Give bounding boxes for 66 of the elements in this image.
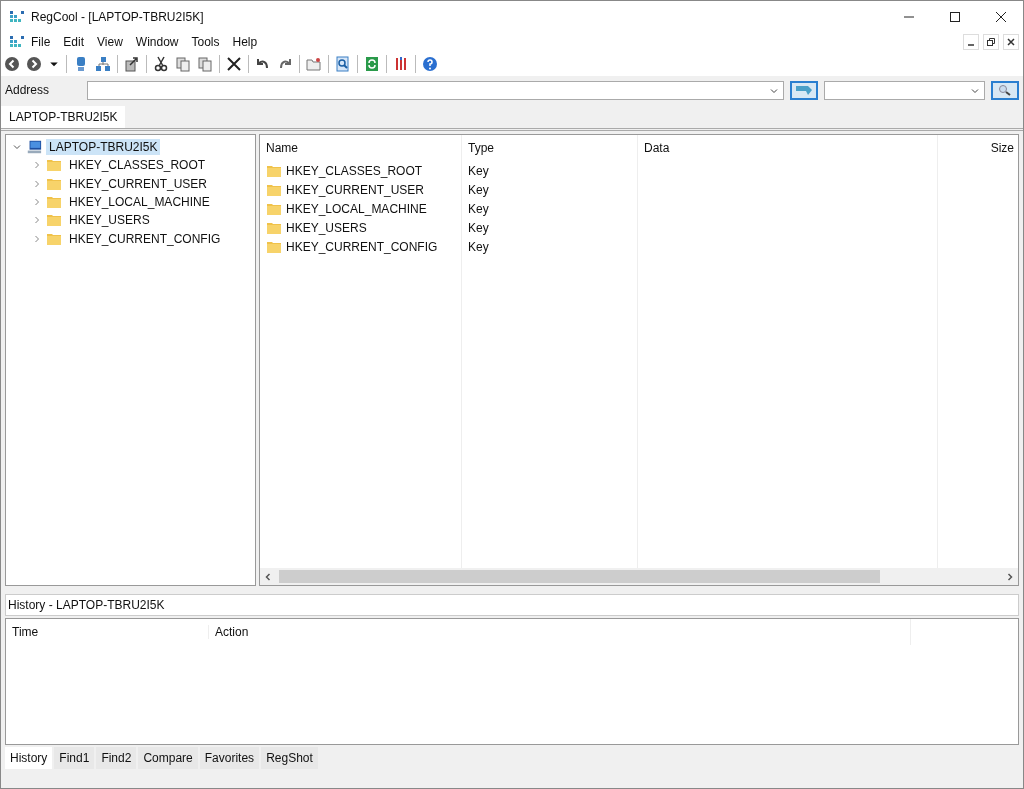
folder-icon bbox=[46, 157, 62, 174]
tree-item[interactable]: LAPTOP-TBRU2I5K bbox=[46, 139, 161, 156]
app-logo-icon bbox=[9, 8, 25, 25]
search-icon[interactable] bbox=[335, 56, 351, 72]
table-cell-text: Key bbox=[467, 163, 490, 178]
history-title: History - LAPTOP-TBRU2I5K bbox=[5, 594, 1019, 616]
column-header[interactable]: Name bbox=[260, 141, 462, 155]
search-field[interactable] bbox=[823, 80, 986, 100]
menu-item[interactable]: Help bbox=[232, 35, 258, 49]
tree-item[interactable]: HKEY_LOCAL_MACHINE bbox=[66, 194, 213, 211]
tab[interactable]: History bbox=[5, 747, 53, 769]
menu-item[interactable]: Window bbox=[135, 35, 179, 49]
table-cell[interactable]: HKEY_CLASSES_ROOT bbox=[286, 163, 423, 178]
export-icon[interactable] bbox=[124, 56, 140, 72]
table-cell[interactable]: HKEY_USERS bbox=[286, 220, 367, 235]
menu-item[interactable]: View bbox=[97, 35, 123, 49]
network-icon[interactable] bbox=[95, 56, 111, 72]
table-cell[interactable]: HKEY_CURRENT_USER bbox=[286, 182, 425, 197]
close-icon[interactable] bbox=[995, 10, 1007, 23]
address-label: Address bbox=[5, 83, 51, 97]
table-cell-text: Key bbox=[467, 220, 490, 235]
refresh-icon[interactable] bbox=[364, 56, 380, 72]
tab[interactable]: Favorites bbox=[199, 747, 260, 769]
table-cell[interactable]: HKEY_CURRENT_CONFIG bbox=[286, 239, 438, 254]
delete-icon[interactable] bbox=[226, 56, 242, 72]
tab[interactable]: RegShot bbox=[261, 747, 318, 769]
column-header[interactable]: Type bbox=[462, 141, 638, 155]
table-cell-text: Key bbox=[467, 182, 490, 197]
copy-icon[interactable] bbox=[175, 56, 191, 72]
document-tab[interactable]: LAPTOP-TBRU2I5K bbox=[1, 106, 126, 128]
tree-item[interactable]: HKEY_USERS bbox=[66, 212, 153, 229]
tab[interactable]: Find2 bbox=[96, 747, 137, 769]
column-header[interactable]: Data bbox=[638, 141, 938, 155]
tree-item[interactable]: HKEY_CURRENT_USER bbox=[66, 175, 211, 192]
window-title: RegCool - [LAPTOP-TBRU2I5K] bbox=[31, 9, 204, 24]
go-button[interactable] bbox=[789, 80, 818, 100]
column-header[interactable]: Size bbox=[938, 141, 1018, 155]
table-cell-text: Key bbox=[467, 239, 490, 254]
table-cell-text: Key bbox=[467, 201, 490, 216]
folder-icon bbox=[46, 194, 62, 211]
tree-item[interactable]: HKEY_CURRENT_CONFIG bbox=[66, 230, 224, 247]
column-header[interactable]: Action bbox=[209, 625, 249, 639]
minimize-icon[interactable] bbox=[963, 34, 979, 50]
table-cell[interactable]: HKEY_LOCAL_MACHINE bbox=[286, 201, 427, 216]
column-header[interactable]: Time bbox=[6, 625, 209, 639]
help-icon[interactable] bbox=[422, 56, 438, 72]
computer-icon bbox=[26, 139, 42, 156]
menu-item[interactable]: Edit bbox=[63, 35, 85, 49]
tree-item[interactable]: HKEY_CLASSES_ROOT bbox=[66, 157, 209, 174]
menu-item[interactable]: File bbox=[31, 35, 51, 49]
menu-item[interactable]: Tools bbox=[191, 35, 220, 49]
arrow-icon bbox=[793, 84, 814, 96]
app-logo-icon bbox=[9, 34, 25, 50]
search-button[interactable] bbox=[991, 80, 1019, 100]
forward-icon[interactable] bbox=[26, 56, 42, 72]
restore-icon[interactable] bbox=[983, 34, 999, 50]
folder-icon[interactable] bbox=[306, 56, 322, 72]
paste-icon[interactable] bbox=[197, 56, 213, 72]
tab[interactable]: Compare bbox=[138, 747, 198, 769]
folder-icon bbox=[46, 212, 62, 229]
scrollbar-thumb[interactable] bbox=[279, 570, 880, 583]
address-field[interactable] bbox=[86, 80, 784, 100]
cut-icon[interactable] bbox=[153, 56, 169, 72]
tab[interactable]: Find1 bbox=[54, 747, 95, 769]
maximize-icon[interactable] bbox=[949, 10, 961, 23]
back-icon[interactable] bbox=[4, 56, 20, 72]
